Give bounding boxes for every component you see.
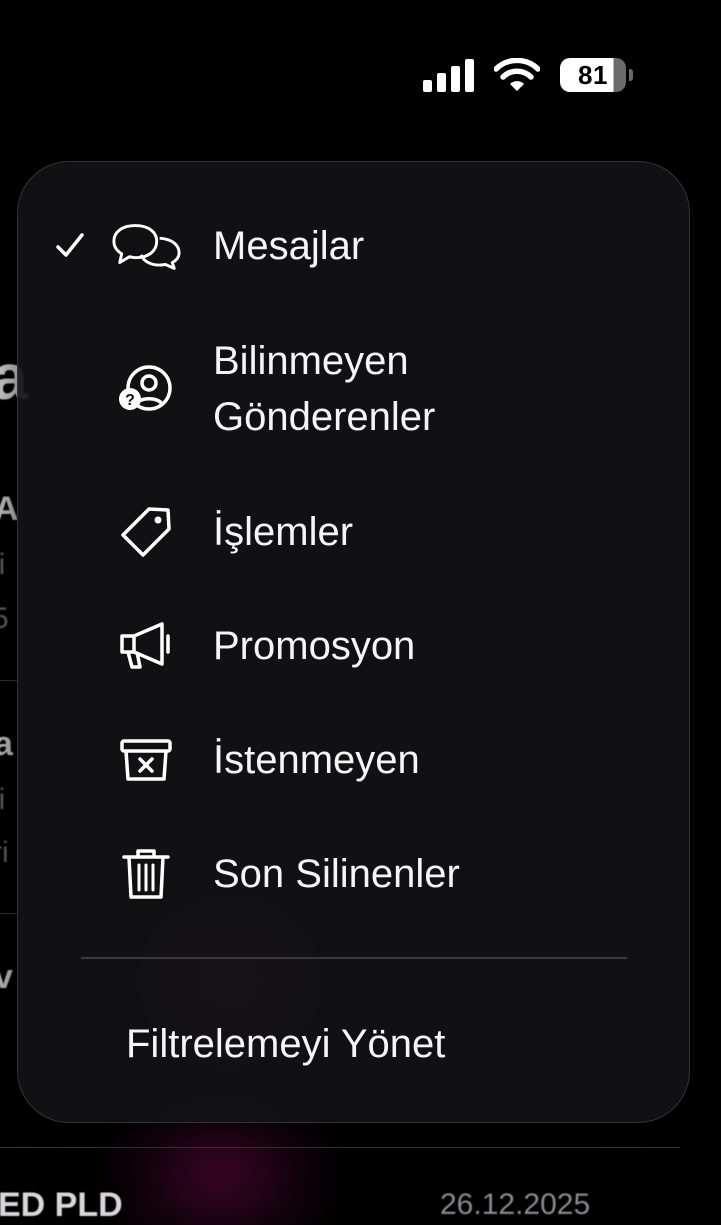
background-text: 5	[0, 602, 9, 635]
menu-item-promotions[interactable]: Promosyon	[18, 614, 689, 678]
messages-bubbles-icon	[110, 216, 182, 276]
menu-item-label: Bilinmeyen	[213, 339, 409, 383]
menu-item-transactions[interactable]: İşlemler	[18, 500, 689, 564]
background-text: v	[0, 958, 13, 996]
menu-item-junk[interactable]: İstenmeyen	[18, 728, 689, 792]
menu-item-label: İstenmeyen	[213, 738, 420, 782]
background-text: ED PLD	[0, 1186, 123, 1224]
menu-item-label: Mesajlar	[213, 224, 365, 268]
trash-icon	[110, 844, 182, 904]
background-text: a	[0, 725, 13, 763]
background-divider	[0, 680, 18, 681]
cellular-signal-icon	[423, 58, 474, 92]
tag-icon	[110, 502, 182, 562]
background-divider	[0, 913, 18, 914]
menu-item-label: Gönderenler	[213, 395, 436, 439]
svg-text:?: ?	[125, 392, 135, 409]
menu-item-label: İşlemler	[213, 510, 354, 554]
menu-item-messages[interactable]: Mesajlar	[18, 214, 689, 278]
wifi-icon	[494, 58, 540, 91]
menu-item-label: Promosyon	[213, 624, 416, 668]
checkmark-icon	[56, 233, 84, 257]
status-bar: 81	[423, 58, 633, 92]
menu-separator	[81, 957, 627, 959]
filter-menu: Mesajlar ? Bilinmeyen Gönderenler İşleml…	[17, 161, 690, 1123]
background-text: li	[0, 783, 6, 816]
background-text: 26.12.2025	[440, 1188, 591, 1221]
background-text: A	[0, 490, 19, 528]
menu-item-recently-deleted[interactable]: Son Silinenler	[18, 842, 689, 906]
background-text: li	[0, 548, 6, 581]
menu-item-unknown-senders[interactable]: ? Bilinmeyen Gönderenler	[18, 330, 689, 454]
background-divider	[0, 1147, 680, 1148]
menu-item-label: Son Silinenler	[213, 852, 460, 896]
battery-icon: 81	[560, 58, 633, 92]
megaphone-icon	[110, 616, 182, 676]
battery-level: 81	[560, 58, 626, 92]
junk-bin-icon	[110, 730, 182, 790]
unknown-person-icon: ?	[110, 360, 182, 420]
manage-filtering-button[interactable]: Filtrelemeyi Yönet	[126, 1018, 445, 1070]
background-glow	[150, 1130, 290, 1210]
background-text: ri	[0, 836, 9, 869]
